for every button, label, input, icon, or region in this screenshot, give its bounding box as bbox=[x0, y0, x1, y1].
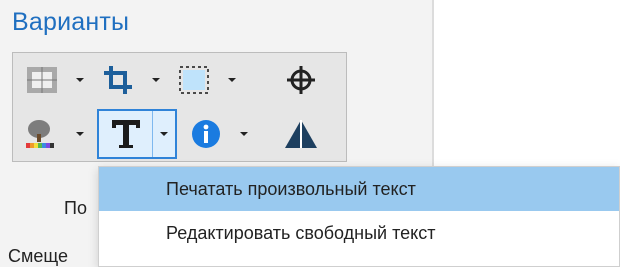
color-tree-button[interactable] bbox=[15, 109, 69, 159]
crop-split-button[interactable] bbox=[91, 55, 167, 105]
layer-grid-split-button[interactable] bbox=[15, 55, 91, 105]
triangle-button[interactable] bbox=[259, 109, 343, 159]
text-split-button[interactable] bbox=[97, 109, 177, 159]
text-button[interactable] bbox=[99, 111, 152, 157]
text-dropdown[interactable] bbox=[152, 111, 175, 157]
chevron-down-icon bbox=[228, 78, 236, 82]
selection-dropdown[interactable] bbox=[221, 55, 243, 105]
layer-grid-icon bbox=[27, 67, 57, 93]
layer-grid-dropdown[interactable] bbox=[69, 55, 91, 105]
options-toolbar bbox=[12, 52, 347, 162]
crosshair-button[interactable] bbox=[259, 55, 343, 105]
crop-dropdown[interactable] bbox=[145, 55, 167, 105]
menu-item-label: Печатать произвольный текст bbox=[166, 178, 416, 199]
crop-icon bbox=[104, 66, 132, 94]
menu-item-edit-free-text[interactable]: Редактировать свободный текст bbox=[99, 211, 619, 255]
menu-item-label: Редактировать свободный текст bbox=[166, 222, 436, 243]
chevron-down-icon bbox=[152, 78, 160, 82]
selection-split-button[interactable] bbox=[167, 55, 243, 105]
chevron-down-icon bbox=[240, 132, 248, 136]
selection-frame-icon bbox=[179, 66, 209, 94]
info-icon bbox=[192, 120, 220, 148]
color-tree-dropdown[interactable] bbox=[69, 109, 91, 159]
selection-button[interactable] bbox=[167, 55, 221, 105]
info-button[interactable] bbox=[179, 109, 233, 159]
info-split-button[interactable] bbox=[179, 109, 255, 159]
crop-button[interactable] bbox=[91, 55, 145, 105]
partial-label-left: По bbox=[64, 198, 87, 218]
chevron-down-icon bbox=[76, 78, 84, 82]
triangle-icon bbox=[285, 120, 317, 148]
text-icon bbox=[111, 120, 140, 148]
partial-label-bottom: Смеще bbox=[8, 246, 69, 266]
text-dropdown-menu: Печатать произвольный текст Редактироват… bbox=[98, 166, 620, 267]
menu-item-print-custom-text[interactable]: Печатать произвольный текст bbox=[99, 167, 619, 211]
chevron-down-icon bbox=[76, 132, 84, 136]
crosshair-icon bbox=[287, 66, 315, 94]
panel-title: Варианты bbox=[12, 8, 130, 36]
color-tree-split-button[interactable] bbox=[15, 109, 91, 159]
chevron-down-icon bbox=[160, 132, 169, 136]
info-dropdown[interactable] bbox=[233, 109, 255, 159]
layer-grid-button[interactable] bbox=[15, 55, 69, 105]
color-tree-icon bbox=[26, 120, 54, 148]
